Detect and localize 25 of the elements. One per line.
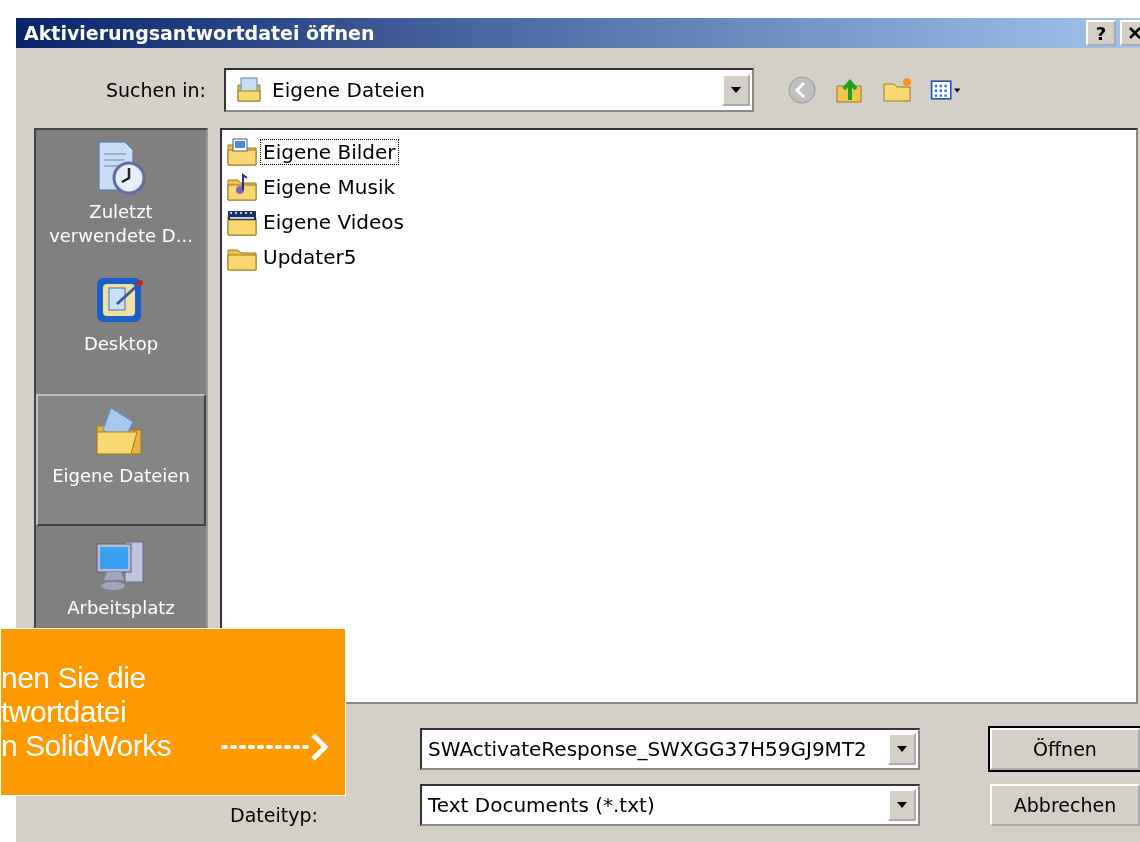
file-item[interactable]: Eigene Musik [260, 173, 399, 200]
close-icon [1128, 26, 1140, 40]
look-in-label: Suchen in: [104, 79, 206, 101]
callout-text: twortdatei [1, 695, 128, 729]
callout-text: n SolidWorks [1, 729, 172, 763]
special-folder-icon [226, 171, 258, 202]
file-item[interactable]: Eigene Videos [260, 208, 407, 235]
open-button[interactable]: Öffnen [990, 728, 1140, 770]
special-folder-icon [226, 136, 258, 167]
file-type-dropdown[interactable]: Text Documents (*.txt) [420, 784, 920, 826]
back-icon[interactable] [786, 74, 818, 106]
file-name-field[interactable]: SWActivateResponse_SWXGG37H59GJ9MT2 [420, 728, 920, 770]
file-item[interactable]: Eigene Bilder [260, 138, 399, 165]
dropdown-arrow-icon [730, 86, 742, 94]
window-title: Aktivierungsantwortdatei öffnen [24, 22, 376, 44]
callout-text: nen Sie die [1, 661, 147, 695]
dropdown-arrow-icon [896, 745, 908, 753]
file-type-label: Dateityp: [230, 804, 319, 826]
help-button[interactable]: ? [1086, 20, 1116, 46]
places-item[interactable]: Eigene Dateien [36, 394, 206, 526]
dropdown-arrow-icon [896, 801, 908, 809]
cancel-button[interactable]: Abbrechen [990, 784, 1140, 826]
file-item[interactable]: Updater5 [260, 243, 360, 270]
documents-folder-icon [234, 75, 264, 105]
look-in-dropdown[interactable]: Eigene Dateien [224, 68, 754, 112]
